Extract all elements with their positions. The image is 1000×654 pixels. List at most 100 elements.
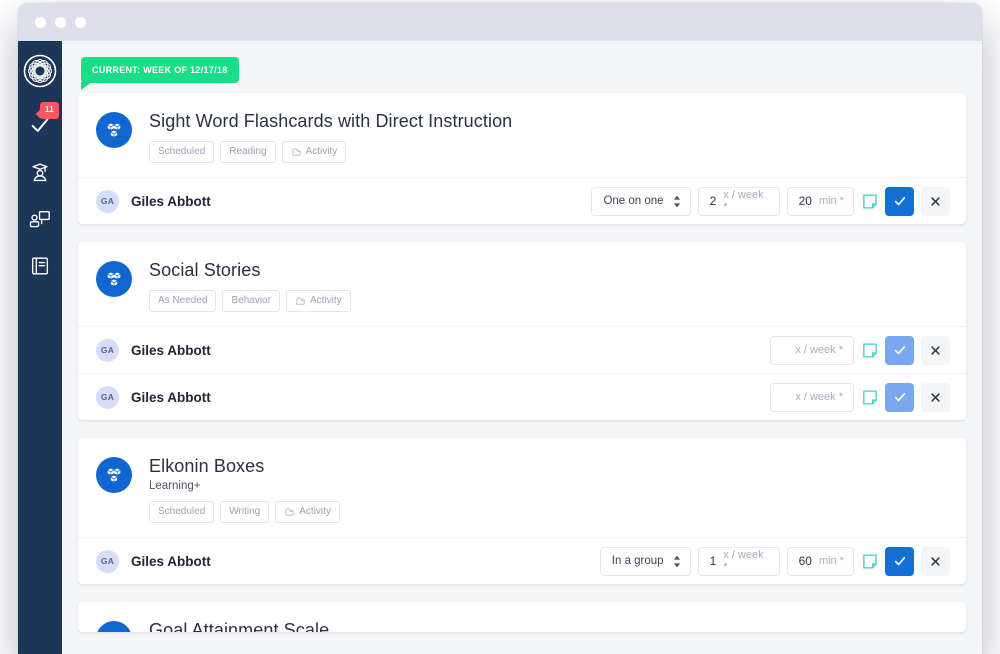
sidebar-item-library[interactable] (18, 242, 62, 289)
confirm-button[interactable] (885, 546, 914, 576)
confirm-button[interactable] (885, 186, 914, 216)
activity-tag-label: As Needed (158, 294, 208, 306)
duration-input[interactable]: 20 min * (786, 186, 854, 216)
minimize-dot[interactable] (55, 16, 66, 28)
close-icon (931, 392, 940, 402)
assignee-row: GA Giles Abbott x / week * (78, 373, 966, 420)
blocks-icon-glyph (104, 629, 124, 632)
frequency-input[interactable]: x / week * (770, 382, 854, 412)
activity-tag: Writing (220, 501, 270, 523)
grouping-select[interactable]: In a group (599, 546, 691, 576)
grouping-select-value: One on one (603, 195, 664, 207)
activity-title: Social Stories (149, 260, 261, 280)
activity-tag: As Needed (149, 290, 217, 312)
blocks-icon (96, 621, 132, 632)
activity-puzzle-icon (291, 147, 301, 156)
activity-tag: Reading (220, 141, 276, 163)
note-button[interactable] (862, 553, 877, 570)
browser-window: 11 CURRENT: WEEK OF 12/17/18 Sight Word … (18, 3, 982, 654)
frequency-input[interactable]: 2 x / week * (697, 186, 780, 216)
sidebar-item-students[interactable] (18, 148, 62, 195)
presentation-person-icon (29, 210, 50, 227)
activity-card: Elkonin Boxes Learning+ Scheduled Writing… (78, 438, 966, 584)
maximize-dot[interactable] (75, 16, 86, 28)
activity-tag: Behavior (222, 290, 280, 312)
tasks-badge-count: 11 (45, 105, 54, 114)
activity-card-header: Sight Word Flashcards with Direct Instru… (78, 93, 966, 177)
note-button[interactable] (862, 342, 877, 359)
activity-tag-row: Scheduled Writing Activity (149, 501, 340, 523)
app-logo[interactable] (18, 41, 62, 101)
grouping-select-value: In a group (611, 555, 664, 567)
confirm-button[interactable] (885, 382, 914, 412)
checkmark-icon (894, 196, 905, 206)
assignee-row: GA Giles Abbott In a group 1 x / week * 60 mi… (78, 537, 966, 584)
checkmark-icon (894, 556, 905, 566)
blocks-icon-glyph (107, 468, 121, 482)
activity-card-header: Social Stories As Needed Behavior Activit… (78, 242, 966, 326)
avatar: GA (96, 189, 119, 213)
duration-input[interactable]: 60 min * (786, 546, 854, 576)
activity-card: Goal Attainment Scale (78, 602, 966, 632)
tasks-badge: 11 (40, 102, 59, 119)
activity-title: Sight Word Flashcards with Direct Instru… (149, 111, 513, 131)
activity-puzzle-icon (296, 296, 305, 305)
activity-card-header: Goal Attainment Scale (78, 602, 966, 632)
activity-title: Goal Attainment Scale (149, 620, 330, 632)
activity-tag-row: Scheduled Reading Activity (149, 141, 512, 163)
activity-tag-label: Activity (309, 294, 342, 306)
remove-button[interactable] (921, 546, 950, 576)
avatar: GA (96, 385, 119, 409)
frequency-input[interactable]: 1 x / week * (697, 546, 780, 576)
activity-tag-label: Scheduled (158, 505, 206, 517)
activity-tag: Scheduled (149, 501, 215, 523)
activity-tag: Scheduled (149, 141, 215, 163)
close-dot[interactable] (35, 16, 46, 28)
grouping-select[interactable]: One on one (591, 186, 691, 216)
close-icon (931, 345, 940, 355)
frequency-unit: x / week * (723, 549, 764, 573)
blocks-icon (96, 457, 132, 493)
activity-tag-label: Reading (229, 145, 267, 157)
checkmark-icon (894, 392, 905, 402)
close-icon (931, 556, 940, 566)
avatar: GA (96, 549, 119, 573)
remove-button[interactable] (921, 382, 950, 412)
blocks-icon (96, 261, 132, 297)
duration-value: 20 (798, 194, 812, 208)
activity-card-header: Elkonin Boxes Learning+ Scheduled Writing… (78, 438, 966, 537)
close-icon (931, 196, 940, 206)
activity-title: Elkonin Boxes (149, 456, 265, 476)
activity-card-titles: Sight Word Flashcards with Direct Instru… (149, 110, 512, 163)
note-icon (862, 553, 877, 569)
note-button[interactable] (862, 193, 877, 210)
window-titlebar (18, 3, 982, 41)
activity-card-titles: Goal Attainment Scale (149, 619, 329, 632)
activity-tag-label: Activity (305, 145, 338, 157)
remove-button[interactable] (921, 335, 950, 365)
sidebar-item-tasks[interactable]: 11 (18, 101, 62, 148)
assignee-name: Giles Abbott (131, 342, 211, 358)
note-icon (862, 389, 877, 405)
assignee-row: GA Giles Abbott x / week * (78, 326, 966, 373)
sidebar-item-sessions[interactable] (18, 195, 62, 242)
avatar: GA (96, 338, 119, 362)
activity-card: Social Stories As Needed Behavior Activit… (78, 242, 966, 420)
sidebar: 11 (18, 41, 62, 654)
activity-tag-label: Behavior (231, 294, 271, 306)
duration-unit: min * (818, 195, 844, 207)
confirm-button[interactable] (885, 335, 914, 365)
assignee-row-list: GA Giles Abbott One on one 2 x / week * 20 mi… (78, 177, 966, 224)
duration-unit: min * (818, 555, 844, 567)
assignee-row: GA Giles Abbott One on one 2 x / week * 20 mi… (78, 177, 966, 224)
activity-tag-label: Scheduled (158, 145, 206, 157)
stepper-updown-icon (673, 195, 680, 207)
activity-card-list: Sight Word Flashcards with Direct Instru… (78, 93, 966, 632)
note-button[interactable] (862, 389, 877, 406)
frequency-input[interactable]: x / week * (770, 335, 854, 365)
assignee-name: Giles Abbott (131, 193, 211, 209)
assignee-name: Giles Abbott (131, 389, 211, 405)
note-icon (862, 342, 877, 358)
activity-tag-label: Writing (229, 505, 261, 517)
remove-button[interactable] (921, 186, 950, 216)
